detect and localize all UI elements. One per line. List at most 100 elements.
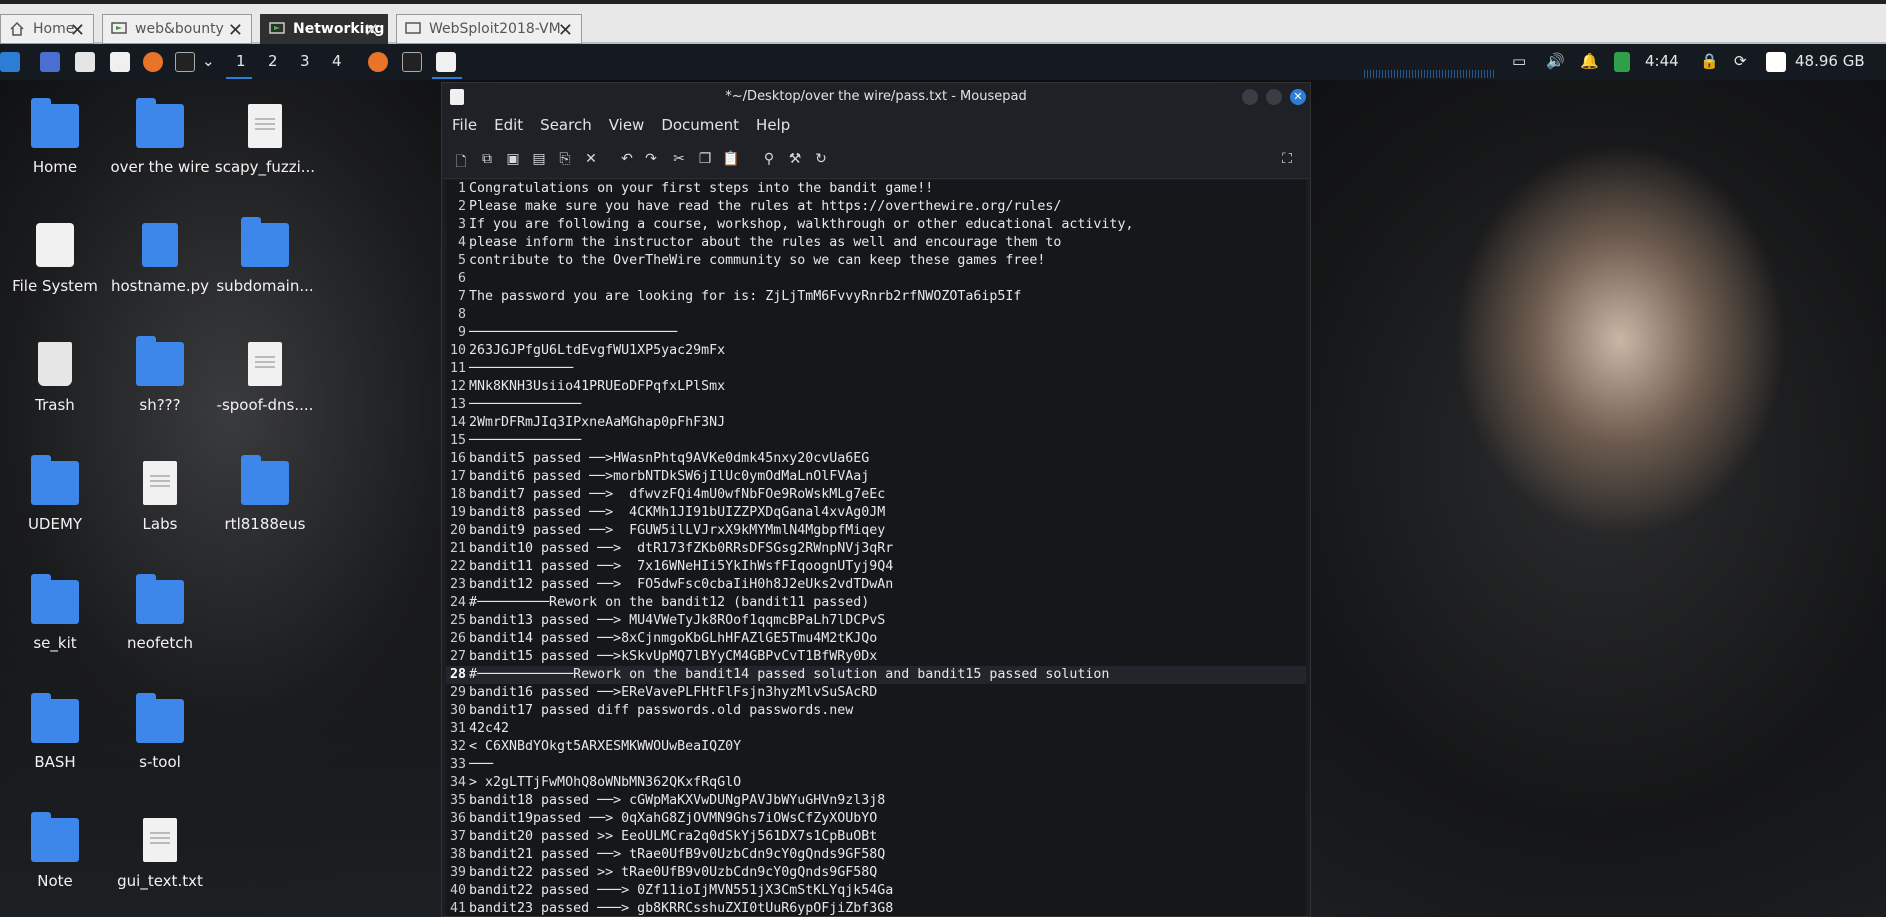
firefox-icon[interactable] bbox=[143, 52, 163, 72]
undo-icon[interactable]: ↶ bbox=[618, 151, 636, 167]
editor-line[interactable]: 18 bandit7 passed ──> dfwvzFQi4mU0wfNbFOe… bbox=[446, 486, 1306, 504]
close-button[interactable]: ✕ bbox=[1290, 89, 1306, 105]
minimize-button[interactable] bbox=[1242, 89, 1258, 105]
menu-document[interactable]: Document bbox=[661, 116, 739, 134]
save-as-icon[interactable]: ▤ bbox=[530, 151, 548, 167]
desktop-icon-hostname-py[interactable]: hostname.py bbox=[105, 223, 215, 295]
show-desktop-icon[interactable] bbox=[40, 52, 60, 72]
revert-icon[interactable]: ⎘ bbox=[556, 151, 574, 167]
desktop-icon-rtl8188eus[interactable]: rtl8188eus bbox=[210, 455, 320, 533]
find-replace-icon[interactable]: ⚒ bbox=[786, 151, 804, 167]
editor-line[interactable]: 5 contribute to the OverTheWire community… bbox=[446, 252, 1306, 270]
editor-line[interactable]: 13 ────────────── bbox=[446, 396, 1306, 414]
lock-icon[interactable]: 🔒 bbox=[1700, 52, 1719, 70]
workspace-2[interactable]: 2 bbox=[268, 52, 278, 70]
clock[interactable]: 4:44 bbox=[1645, 52, 1679, 70]
editor-line[interactable]: 20 bandit9 passed ──> FGUW5ilLVJrxX9kMYMm… bbox=[446, 522, 1306, 540]
editor-line[interactable]: 11 ───────────── bbox=[446, 360, 1306, 378]
close-icon[interactable]: ✕ bbox=[228, 20, 243, 41]
editor-line[interactable]: 16 bandit5 passed ──>HWasnPhtq9AVKe0dmk45… bbox=[446, 450, 1306, 468]
editor-line[interactable]: 2 Please make sure you have read the rule… bbox=[446, 198, 1306, 216]
logout-icon[interactable]: ⟳ bbox=[1734, 52, 1747, 70]
battery-icon[interactable] bbox=[1614, 52, 1630, 72]
cut-icon[interactable]: ✂ bbox=[670, 151, 688, 167]
desktop-icon-spoof-dns[interactable]: -spoof-dns.... bbox=[210, 342, 320, 414]
new-document-icon[interactable]: 🗋 bbox=[452, 151, 470, 175]
display-icon[interactable]: ▭ bbox=[1512, 52, 1526, 70]
redo-icon[interactable]: ↷ bbox=[642, 151, 660, 167]
editor-line[interactable]: 31 42c42 bbox=[446, 720, 1306, 738]
fullscreen-icon[interactable]: ⛶ bbox=[1278, 151, 1296, 167]
bell-icon[interactable]: 🔔 bbox=[1580, 52, 1599, 70]
close-icon[interactable]: ✕ bbox=[364, 20, 379, 41]
editor-line[interactable]: 21 bandit10 passed ──> dtR173fZKb0RRsDFSG… bbox=[446, 540, 1306, 558]
editor-line[interactable]: 6 bbox=[446, 270, 1306, 288]
kali-menu-icon[interactable] bbox=[0, 52, 20, 72]
save-icon[interactable]: ▣ bbox=[504, 151, 522, 167]
desktop-icon-note[interactable]: Note bbox=[0, 812, 110, 890]
editor-line[interactable]: 36 bandit19passed ──> 0qXahG8ZjOVMN9Ghs7i… bbox=[446, 810, 1306, 828]
desktop-icon-file-system[interactable]: File System bbox=[0, 223, 110, 295]
desktop-icon-subdomain[interactable]: subdomain... bbox=[210, 217, 320, 295]
new-window-icon[interactable]: ⧉ bbox=[478, 151, 496, 167]
editor-line[interactable]: 17 bandit6 passed ──>morbNTDkSW6jIlUc0ymO… bbox=[446, 468, 1306, 486]
workspace-1[interactable]: 1 bbox=[236, 52, 246, 70]
paste-icon[interactable]: 📋 bbox=[722, 151, 740, 167]
firefox-task-icon[interactable] bbox=[368, 52, 388, 72]
copy-icon[interactable]: ❐ bbox=[696, 151, 714, 167]
goto-line-icon[interactable]: ↻ bbox=[812, 151, 830, 167]
editor-line[interactable]: 7 The password you are looking for is: Zj… bbox=[446, 288, 1306, 306]
editor-line[interactable]: 15 ────────────── bbox=[446, 432, 1306, 450]
desktop-icon-sh[interactable]: sh??? bbox=[105, 336, 215, 414]
desktop-icon-home[interactable]: Home bbox=[0, 98, 110, 176]
workspace-3[interactable]: 3 bbox=[300, 52, 310, 70]
editor-line[interactable]: 10 263JGJPfgU6LtdEvgfWU1XP5yac29mFx bbox=[446, 342, 1306, 360]
vm-tab-websploit[interactable]: WebSploit2018-VM ✕ bbox=[396, 14, 582, 44]
editor-line[interactable]: 29 bandit16 passed ──>EReVavePLFHtFlFsjn3… bbox=[446, 684, 1306, 702]
vm-tab-home[interactable]: Home ✕ bbox=[0, 14, 94, 44]
editor-line[interactable]: 1 Congratulations on your first steps int… bbox=[446, 180, 1306, 198]
editor-line[interactable]: 41 bandit23 passed ───> gb8KRRCsshuZXI0tU… bbox=[446, 900, 1306, 916]
desktop-icon-trash[interactable]: Trash bbox=[0, 342, 110, 414]
editor-line[interactable]: 27 bandit15 passed ──>kSkvUpMQ7lBYyCM4GBP… bbox=[446, 648, 1306, 666]
editor-line[interactable]: 12 MNk8KNH3Usiio41PRUEoDFPqfxLPlSmx bbox=[446, 378, 1306, 396]
vm-tab-networking[interactable]: Networking ✕ bbox=[260, 14, 388, 44]
close-document-icon[interactable]: ✕ bbox=[582, 151, 600, 167]
editor-line[interactable]: 9 ────────────────────────── bbox=[446, 324, 1306, 342]
terminal-task-icon[interactable] bbox=[402, 52, 422, 72]
vm-tab-web-bounty[interactable]: web&bounty ✕ bbox=[102, 14, 252, 44]
editor-line[interactable]: 26 bandit14 passed ──>8xCjnmgoKbGLhHFAZlG… bbox=[446, 630, 1306, 648]
desktop-icon-scapy[interactable]: scapy_fuzzi... bbox=[210, 104, 320, 176]
terminal-icon[interactable] bbox=[175, 52, 195, 72]
chevron-down-icon[interactable]: ⌄ bbox=[202, 52, 215, 70]
editor-line[interactable]: 24 #─────────Rework on the bandit12 (band… bbox=[446, 594, 1306, 612]
mousepad-task-icon[interactable] bbox=[436, 52, 456, 72]
editor-line[interactable]: 34 > x2gLTTjFwMOhQ8oWNbMN362QKxfRqGlO bbox=[446, 774, 1306, 792]
menu-search[interactable]: Search bbox=[540, 116, 592, 134]
maximize-button[interactable] bbox=[1266, 89, 1282, 105]
workspace-4[interactable]: 4 bbox=[332, 52, 342, 70]
editor-line[interactable]: 28 #────────────Rework on the bandit14 pa… bbox=[446, 666, 1306, 684]
editor-line[interactable]: 32 < C6XNBdYOkgt5ARXESMKWWOUwBeaIQZ0Y bbox=[446, 738, 1306, 756]
desktop-icon-s-tool[interactable]: s-tool bbox=[105, 693, 215, 771]
close-icon[interactable]: ✕ bbox=[70, 20, 85, 41]
editor-line[interactable]: 23 bandit12 passed ──> FO5dwFsc0cbaIiH0h8… bbox=[446, 576, 1306, 594]
editor-line[interactable]: 14 2WmrDFRmJIq3IPxneAaMGhap0pFhF3NJ bbox=[446, 414, 1306, 432]
editor-line[interactable]: 4 please inform the instructor about the … bbox=[446, 234, 1306, 252]
close-icon[interactable]: ✕ bbox=[558, 20, 573, 41]
disk-icon[interactable] bbox=[1766, 52, 1786, 72]
file-manager-icon[interactable] bbox=[75, 52, 95, 72]
menu-help[interactable]: Help bbox=[756, 116, 790, 134]
window-titlebar[interactable]: *~/Desktop/over the wire/pass.txt - Mous… bbox=[442, 83, 1310, 111]
menu-file[interactable]: File bbox=[452, 116, 477, 134]
text-editor-icon[interactable] bbox=[110, 52, 130, 72]
editor-line[interactable]: 25 bandit13 passed ──> MU4VWeTyJk8ROof1qq… bbox=[446, 612, 1306, 630]
search-icon[interactable]: ⚲ bbox=[760, 151, 778, 167]
desktop-icon-over-the-wire[interactable]: over the wire bbox=[105, 98, 215, 176]
menu-view[interactable]: View bbox=[609, 116, 645, 134]
desktop-icon-se-kit[interactable]: se_kit bbox=[0, 574, 110, 652]
desktop-icon-gui-text[interactable]: gui_text.txt bbox=[105, 818, 215, 890]
editor-line[interactable]: 39 bandit22 passed >> tRae0UfB9v0UzbCdn9c… bbox=[446, 864, 1306, 882]
desktop-icon-bash[interactable]: BASH bbox=[0, 693, 110, 771]
desktop-icon-udemy[interactable]: UDEMY bbox=[0, 455, 110, 533]
